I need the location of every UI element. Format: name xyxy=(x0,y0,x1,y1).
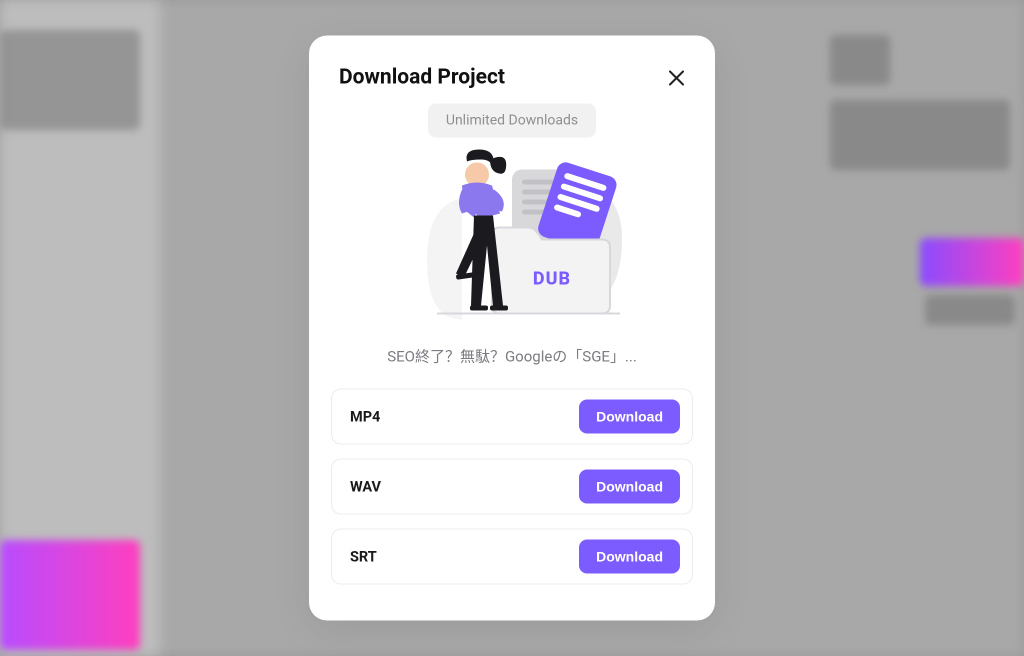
download-button-srt[interactable]: Download xyxy=(579,540,680,574)
modal-header: Download Project xyxy=(309,66,715,104)
blurred-shape xyxy=(920,238,1024,286)
download-row-mp4: MP4 Download xyxy=(331,389,693,445)
blurred-shape xyxy=(830,100,1010,170)
blurred-shape xyxy=(925,295,1015,325)
download-row-srt: SRT Download xyxy=(331,529,693,585)
modal-title: Download Project xyxy=(339,66,505,90)
download-row-wav: WAV Download xyxy=(331,459,693,515)
format-label: SRT xyxy=(350,548,377,565)
dub-label: DUB xyxy=(533,269,571,290)
download-project-modal: Download Project Unlimited Downloads DUB xyxy=(309,36,715,621)
format-label: MP4 xyxy=(350,408,380,425)
download-list: MP4 Download WAV Download SRT Download xyxy=(309,389,715,585)
project-name: SEO終了？無駄？Googleの「SGE」... xyxy=(329,346,695,367)
blurred-shape xyxy=(0,30,140,130)
folder-illustration: DUB xyxy=(382,150,642,330)
download-button-mp4[interactable]: Download xyxy=(579,400,680,434)
format-label: WAV xyxy=(350,478,381,495)
blurred-shape xyxy=(0,540,140,650)
blurred-shape xyxy=(830,35,890,85)
download-button-wav[interactable]: Download xyxy=(579,470,680,504)
unlimited-downloads-badge: Unlimited Downloads xyxy=(428,104,596,138)
close-icon[interactable] xyxy=(667,69,685,87)
